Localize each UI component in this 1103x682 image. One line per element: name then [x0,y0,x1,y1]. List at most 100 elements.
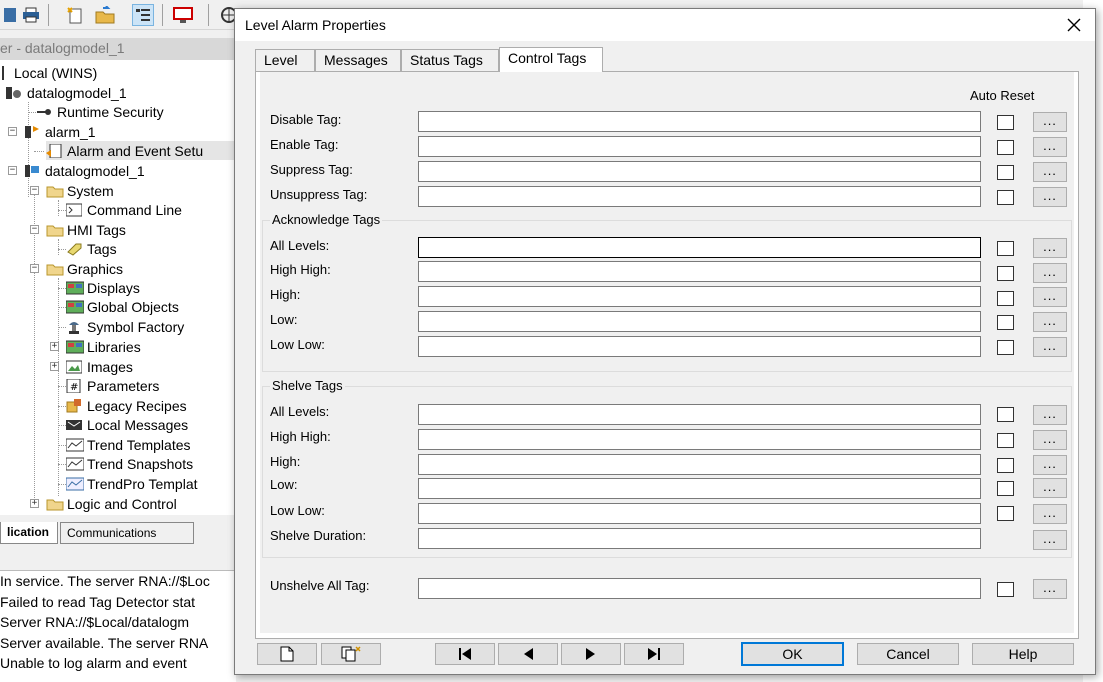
help-button[interactable]: Help [972,643,1074,665]
suppress-tag-browse-button[interactable]: ... [1033,162,1067,182]
tree-item-global-objects[interactable]: Global Objects [65,297,179,316]
tree-item-displays[interactable]: Displays [65,278,140,297]
tree-item-application[interactable]: datalogmodel_1 [6,83,127,102]
ack-all-levels-browse-button[interactable]: ... [1033,238,1067,258]
open-folder-icon[interactable] [94,4,116,26]
ack-all-levels-auto-reset-checkbox[interactable] [997,241,1014,256]
shelve-all-levels-browse-button[interactable]: ... [1033,405,1067,425]
tree-item-system[interactable]: System [46,181,114,200]
tree-item-trend-templates[interactable]: Trend Templates [65,435,191,454]
ack-low-auto-reset-checkbox[interactable] [997,315,1014,330]
ack-low-browse-button[interactable]: ... [1033,312,1067,332]
collapse-expander[interactable]: − [30,264,39,273]
tree-item-command-line[interactable]: Command Line [65,200,182,219]
print-icon[interactable] [20,4,42,26]
tree-item-libraries[interactable]: Libraries [65,337,141,356]
copy-alarm-button[interactable] [321,643,381,665]
first-record-button[interactable] [435,643,495,665]
ack-high-high-browse-button[interactable]: ... [1033,263,1067,283]
cancel-button[interactable]: Cancel [857,643,959,665]
shelve-high-input[interactable] [418,454,981,475]
tree-item-symbol-factory[interactable]: Symbol Factory [66,317,184,336]
collapse-expander[interactable]: − [8,127,17,136]
ack-high-input[interactable] [418,286,981,307]
shelve-all-levels-input[interactable] [418,404,981,425]
tree-item-images[interactable]: Images [65,357,133,376]
tree-item-area[interactable]: datalogmodel_1 [24,161,145,180]
tab-application[interactable]: lication [0,522,58,544]
ok-button[interactable]: OK [741,642,844,666]
tree-item-trend-snapshots[interactable]: Trend Snapshots [65,454,193,473]
tree-item-runtime-security[interactable]: Runtime Security [36,102,164,121]
expand-expander[interactable]: + [30,499,39,508]
collapse-expander[interactable]: − [30,186,39,195]
unsuppress-tag-input[interactable] [418,186,981,207]
shelve-low-input[interactable] [418,478,981,499]
shelve-all-levels-auto-reset-checkbox[interactable] [997,407,1014,422]
shelve-duration-input[interactable] [418,528,981,549]
unshelve-all-tag-browse-button[interactable]: ... [1033,579,1067,599]
shelve-high-high-browse-button[interactable]: ... [1033,430,1067,450]
shelve-duration-browse-button[interactable]: ... [1033,530,1067,550]
disable-tag-auto-reset-checkbox[interactable] [997,115,1014,130]
unshelve-all-tag-input[interactable] [418,578,981,599]
unshelve-all-tag-auto-reset-checkbox[interactable] [997,582,1014,597]
shelve-low-low-input[interactable] [418,503,981,524]
disable-tag-input[interactable] [418,111,981,132]
unsuppress-tag-browse-button[interactable]: ... [1033,187,1067,207]
enable-tag-browse-button[interactable]: ... [1033,137,1067,157]
ack-low-low-auto-reset-checkbox[interactable] [997,340,1014,355]
next-record-button[interactable] [561,643,621,665]
ack-high-high-input[interactable] [418,261,981,282]
tree-item-local[interactable]: Local (WINS) [2,63,97,82]
collapse-expander[interactable]: − [30,225,39,234]
tree-item-trendpro-templates[interactable]: TrendPro Templat [65,474,198,493]
suppress-tag-auto-reset-checkbox[interactable] [997,165,1014,180]
shelve-low-low-auto-reset-checkbox[interactable] [997,506,1014,521]
tab-level[interactable]: Level [255,49,315,71]
tree-item-alarm-event-setup[interactable]: Alarm and Event Setu [46,141,235,160]
close-button[interactable] [1061,13,1087,37]
ack-high-high-auto-reset-checkbox[interactable] [997,266,1014,281]
expand-expander[interactable]: + [50,342,59,351]
ack-low-low-input[interactable] [418,336,981,357]
tree-item-graphics[interactable]: Graphics [46,259,123,278]
shelve-low-low-browse-button[interactable]: ... [1033,504,1067,524]
ack-high-browse-button[interactable]: ... [1033,287,1067,307]
ack-low-input[interactable] [418,311,981,332]
enable-tag-input[interactable] [418,136,981,157]
tree-item-hmi-tags[interactable]: HMI Tags [46,220,126,239]
shelve-high-auto-reset-checkbox[interactable] [997,458,1014,473]
unsuppress-tag-auto-reset-checkbox[interactable] [997,190,1014,205]
shelve-low-auto-reset-checkbox[interactable] [997,481,1014,496]
previous-record-button[interactable] [498,643,558,665]
tree-item-parameters[interactable]: # Parameters [66,376,159,395]
tree-item-alarm[interactable]: alarm_1 [24,122,96,141]
tree-item-legacy-recipes[interactable]: Legacy Recipes [66,396,187,415]
shelve-low-browse-button[interactable]: ... [1033,478,1067,498]
ack-low-low-browse-button[interactable]: ... [1033,337,1067,357]
shelve-high-browse-button[interactable]: ... [1033,455,1067,475]
new-item-icon[interactable] [64,4,86,26]
enable-tag-auto-reset-checkbox[interactable] [997,140,1014,155]
collapse-expander[interactable]: − [8,166,17,175]
expand-expander[interactable]: + [50,362,59,371]
suppress-tag-input[interactable] [418,161,981,182]
tab-status-tags[interactable]: Status Tags [401,49,499,71]
new-alarm-button[interactable] [257,643,317,665]
ack-all-levels-input[interactable] [418,237,981,258]
tree-item-logic-control[interactable]: Logic and Control [46,494,177,513]
shelve-high-high-auto-reset-checkbox[interactable] [997,433,1014,448]
shelve-high-high-input[interactable] [418,429,981,450]
tree-item-tags[interactable]: Tags [66,239,117,258]
disable-tag-browse-button[interactable]: ... [1033,112,1067,132]
tree-view-icon[interactable] [132,4,154,26]
last-record-button[interactable] [624,643,684,665]
save-icon[interactable] [0,4,22,26]
tab-messages[interactable]: Messages [315,49,401,71]
ack-high-auto-reset-checkbox[interactable] [997,291,1014,306]
display-icon[interactable] [172,4,194,26]
tab-communications[interactable]: Communications [60,522,194,544]
tab-control-tags[interactable]: Control Tags [499,47,603,72]
tree-item-local-messages[interactable]: Local Messages [66,415,188,434]
